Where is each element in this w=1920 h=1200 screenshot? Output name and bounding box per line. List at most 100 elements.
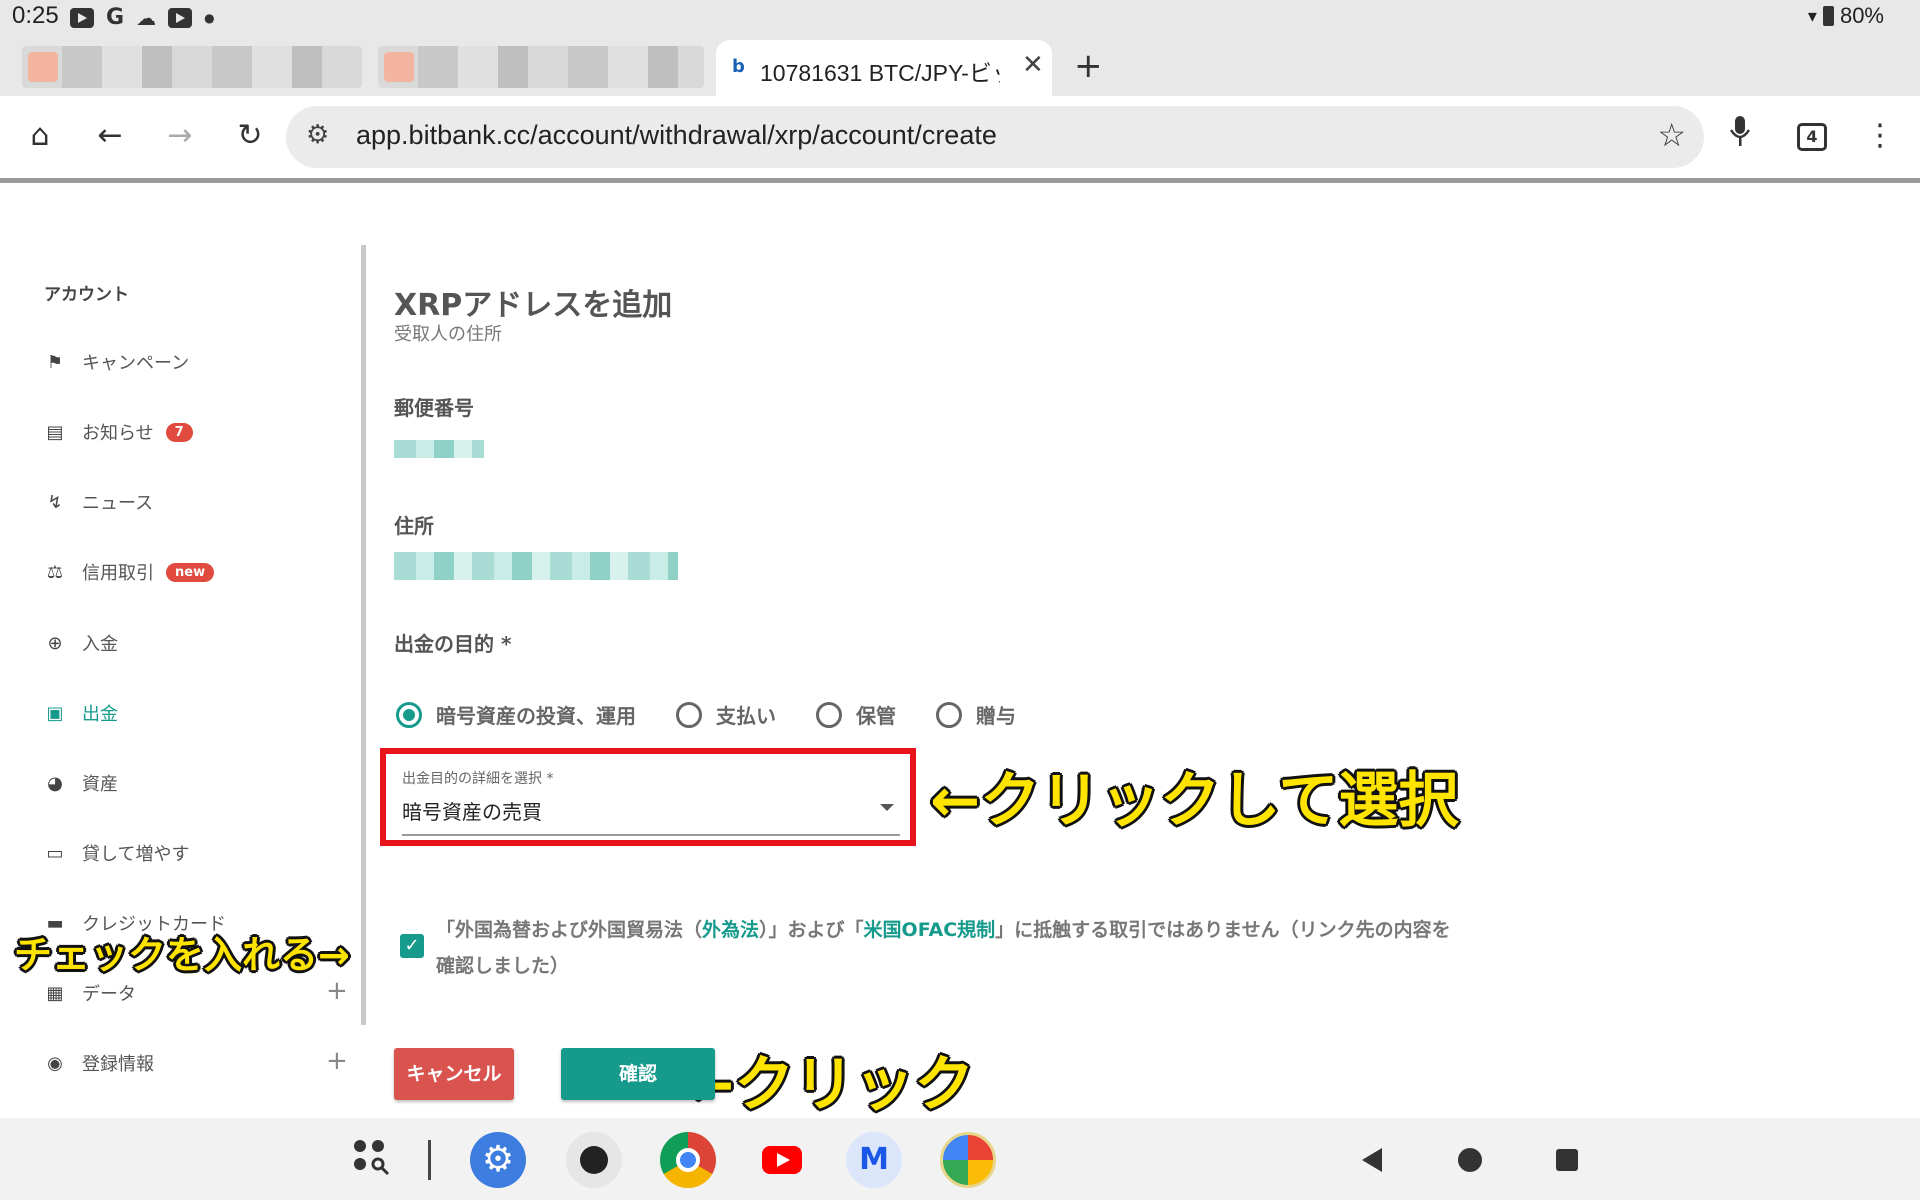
purpose-option-investment[interactable]: 暗号資産の投資、運用 (396, 700, 636, 729)
camera-app-icon[interactable] (566, 1132, 622, 1188)
radio-icon[interactable] (816, 701, 842, 728)
dot-icon: ● (204, 10, 215, 25)
battery-level: 80% (1839, 3, 1884, 28)
wallet-icon: ▣ (46, 702, 64, 724)
purpose-detail-select[interactable]: 出金目的の詳細を選択 * 暗号資産の売買 (380, 748, 916, 846)
browser-toolbar: ⌂ ← → ↻ ⚙ app.bitbank.cc/account/withdra… (0, 96, 1920, 178)
recents-nav-icon[interactable] (1556, 1149, 1578, 1171)
forward-icon[interactable]: → (158, 114, 202, 158)
address-value (394, 552, 678, 580)
recipient-address-heading: 受取人の住所 (394, 324, 502, 342)
wifi-icon: ▾ (1807, 5, 1817, 26)
postal-code-value (394, 440, 484, 458)
annotation-click: ←クリック (684, 1050, 975, 1120)
sidebar-item-label: お知らせ (82, 423, 154, 444)
android-nav-bar: ⚙ M (0, 1118, 1920, 1200)
radio-icon[interactable] (936, 701, 962, 728)
cancel-button[interactable]: キャンセル (394, 1048, 514, 1100)
app-drawer-search-icon[interactable] (350, 1136, 394, 1180)
postal-code-label: 郵便番号 (394, 396, 474, 420)
purpose-label: 出金の目的 * (394, 632, 512, 656)
scale-icon: ⚖ (46, 561, 64, 583)
blurred-tab[interactable] (22, 46, 362, 88)
cloud-icon: ☁ (136, 5, 157, 30)
select-value[interactable]: 暗号資産の売買 (402, 796, 542, 825)
new-badge: new (166, 562, 215, 582)
photos-app-icon[interactable] (940, 1132, 996, 1188)
sidebar-item-registration[interactable]: ◉ 登録情報 (44, 1048, 154, 1078)
address-bar[interactable]: ⚙ app.bitbank.cc/account/withdrawal/xrp/… (286, 106, 1704, 168)
message-icon: ▤ (46, 421, 64, 443)
status-bar: 0:25 G ☁ ● ▾ 80% (0, 0, 1920, 34)
radio-label: 贈与 (976, 704, 1016, 728)
sidebar-item-deposit[interactable]: ⊕ 入金 (44, 628, 118, 658)
expand-data-icon[interactable]: + (326, 976, 348, 1006)
confirm-button[interactable]: 確認 (561, 1048, 715, 1100)
plus-circle-icon: ⊕ (47, 632, 63, 654)
purpose-option-storage[interactable]: 保管 (816, 700, 896, 729)
meet-app-icon[interactable]: M (846, 1132, 902, 1188)
microphone-icon[interactable] (1718, 114, 1762, 158)
status-time: 0:25 (12, 2, 59, 29)
flag-icon: ⚑ (46, 351, 64, 373)
active-tab[interactable]: b 10781631 BTC/JPY-ビットバンク ✕ (716, 40, 1052, 96)
sidebar-item-margin-trading[interactable]: ⚖ 信用取引 new (44, 557, 215, 587)
url-text[interactable]: app.bitbank.cc/account/withdrawal/xrp/ac… (356, 120, 997, 151)
tab-close-icon[interactable]: ✕ (1022, 50, 1044, 80)
dock-separator (428, 1140, 431, 1180)
sidebar-item-lending[interactable]: ▭ 貸して増やす (44, 838, 189, 868)
sidebar-item-label: 資産 (82, 774, 118, 795)
site-settings-icon[interactable]: ⚙ (306, 120, 329, 150)
agreement-text-part: ）」および「 (759, 919, 864, 941)
bitbank-favicon-icon: b (732, 56, 745, 77)
back-icon[interactable]: ← (88, 114, 132, 158)
radio-icon[interactable] (676, 701, 702, 728)
select-underline (402, 834, 900, 836)
dropdown-arrow-icon[interactable] (880, 804, 894, 811)
purpose-option-payment[interactable]: 支払い (676, 700, 776, 729)
google-icon: G (106, 5, 125, 30)
sidebar-item-withdrawal[interactable]: ▣ 出金 (44, 698, 118, 728)
agreement-checkbox[interactable]: ✓ (400, 934, 424, 958)
sidebar-item-label: 信用取引 (82, 563, 154, 584)
sidebar-item-assets[interactable]: ◕ 資産 (44, 768, 118, 798)
sidebar-item-news[interactable]: ↯ ニュース (44, 487, 153, 517)
back-nav-icon[interactable] (1362, 1148, 1382, 1172)
radio-label: 暗号資産の投資、運用 (436, 704, 636, 728)
purpose-radio-group: 暗号資産の投資、運用 支払い 保管 贈与 (396, 700, 1056, 729)
radio-label: 支払い (716, 704, 776, 728)
reload-icon[interactable]: ↻ (228, 114, 272, 158)
sidebar-heading: アカウント (44, 285, 129, 305)
notice-count-badge: 7 (165, 422, 193, 442)
blurred-tab[interactable] (378, 46, 704, 88)
settings-app-icon[interactable]: ⚙ (470, 1132, 526, 1188)
youtube-app-icon[interactable] (754, 1132, 810, 1188)
purpose-option-gift[interactable]: 贈与 (936, 700, 1016, 729)
annotation-check: チェックを入れる→ (14, 933, 350, 977)
more-menu-icon[interactable]: ⋮ (1858, 114, 1902, 158)
expand-registration-icon[interactable]: + (326, 1046, 348, 1076)
page-load-bar (0, 178, 1920, 183)
sidebar-item-campaign[interactable]: ⚑ キャンペーン (44, 347, 189, 377)
sidebar-item-label: 出金 (82, 704, 118, 725)
sidebar-item-notices[interactable]: ▤ お知らせ 7 (44, 417, 193, 447)
home-nav-icon[interactable] (1458, 1148, 1482, 1172)
news-icon: ↯ (47, 491, 63, 513)
radio-checked-icon[interactable] (396, 701, 422, 728)
sidebar-item-data[interactable]: ▦ データ (44, 978, 136, 1008)
youtube-icon (168, 7, 193, 28)
battery-icon (1822, 6, 1834, 26)
sidebar-scrollbar[interactable] (361, 245, 366, 1025)
forex-law-link[interactable]: 外為法 (702, 919, 759, 941)
bookmark-star-icon[interactable]: ☆ (1657, 116, 1686, 154)
home-icon[interactable]: ⌂ (18, 114, 62, 158)
tab-switcher-button[interactable]: 4 (1797, 123, 1827, 151)
ofac-link[interactable]: 米国OFAC規制 (864, 919, 996, 941)
chrome-app-icon[interactable] (660, 1132, 716, 1188)
sidebar-item-label: 登録情報 (82, 1054, 154, 1075)
status-right: ▾ 80% (1808, 3, 1884, 29)
radio-label: 保管 (856, 704, 896, 728)
new-tab-button[interactable]: + (1074, 46, 1103, 86)
sidebar-item-label: キャンペーン (82, 353, 190, 374)
address-label: 住所 (394, 514, 434, 538)
